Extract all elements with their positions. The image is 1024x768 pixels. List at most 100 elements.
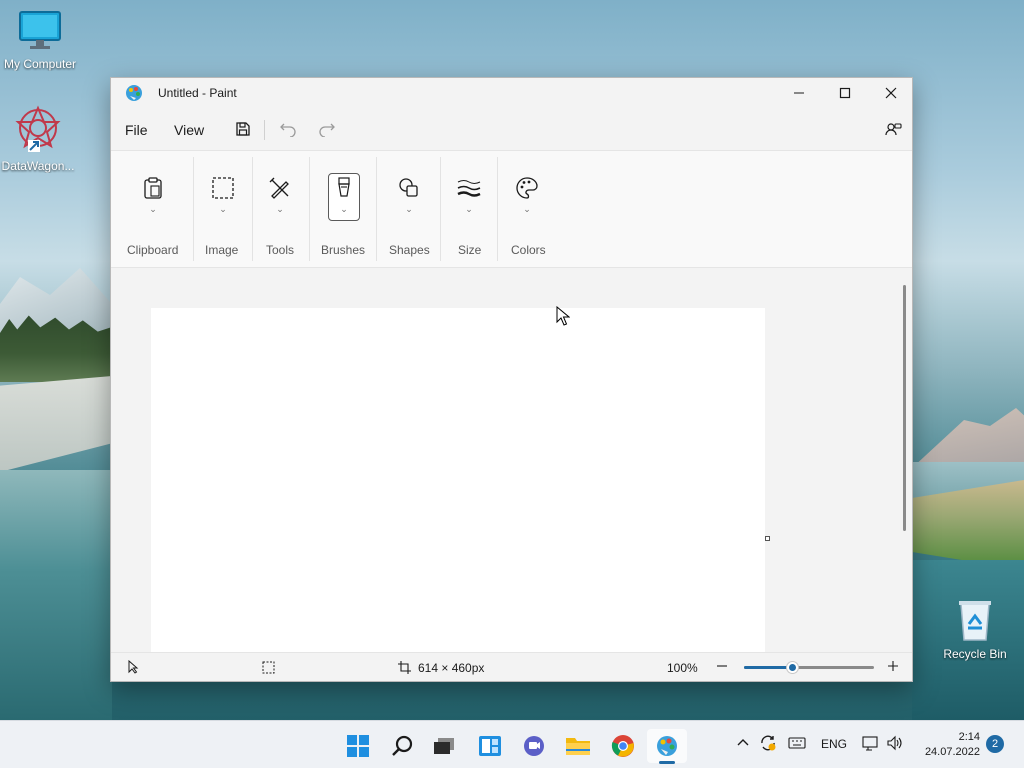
- volume-icon: [887, 735, 902, 751]
- desktop-icon-label: DataWagon...: [1, 159, 75, 173]
- group-label: Size: [458, 243, 482, 257]
- paint-palette-icon: [125, 84, 143, 105]
- file-explorer-button[interactable]: [558, 729, 598, 763]
- minimize-icon: [794, 92, 804, 94]
- chat-button[interactable]: [514, 729, 554, 763]
- group-size[interactable]: ⌄ Size: [453, 151, 499, 267]
- chat-icon: [524, 736, 544, 756]
- minimize-button[interactable]: [776, 78, 822, 108]
- chevron-down-icon: ⌄: [219, 205, 227, 215]
- wallpaper-water-left: [0, 470, 112, 720]
- language-indicator[interactable]: ENG: [821, 737, 847, 751]
- active-app-indicator: [659, 761, 675, 764]
- zoom-out-button[interactable]: [716, 660, 728, 675]
- clock-date: 24.07.2022: [924, 746, 980, 758]
- start-icon: [347, 735, 369, 757]
- chrome-button[interactable]: [603, 729, 643, 763]
- group-separator: [309, 157, 310, 261]
- group-label: Image: [205, 243, 239, 257]
- monitor-icon: [19, 11, 61, 49]
- group-label: Clipboard: [127, 243, 179, 257]
- file-explorer-icon: [566, 738, 590, 755]
- notification-count-badge[interactable]: 2: [986, 735, 1004, 753]
- menu-separator: [264, 120, 265, 140]
- volume-tray-icon[interactable]: [886, 735, 904, 754]
- status-bar: 614 × 460px 100%: [111, 652, 912, 681]
- group-brushes[interactable]: ⌄ Brushes: [321, 151, 379, 267]
- desktop-icon-my-computer[interactable]: My Computer: [0, 10, 80, 71]
- maximize-button[interactable]: [822, 78, 868, 108]
- menu-file[interactable]: File: [125, 122, 148, 138]
- group-clipboard[interactable]: ⌄ Clipboard: [125, 151, 195, 267]
- start-button[interactable]: [338, 729, 378, 763]
- sync-icon: [761, 735, 776, 751]
- taskbar-search-button[interactable]: [383, 729, 423, 763]
- window-title: Untitled - Paint: [158, 86, 237, 100]
- zoom-level-text[interactable]: 100%: [667, 661, 698, 675]
- group-shapes[interactable]: ⌄ Shapes: [389, 151, 439, 267]
- title-bar[interactable]: Untitled - Paint: [111, 78, 912, 108]
- chrome-icon: [611, 735, 634, 757]
- taskbar: ENG 2:14 24.07.2022: [0, 720, 1024, 768]
- account-settings-icon[interactable]: [881, 119, 905, 139]
- zoom-in-button[interactable]: [887, 660, 899, 675]
- maximize-icon: [839, 87, 851, 99]
- menu-view[interactable]: View: [174, 122, 204, 138]
- vertical-scrollbar[interactable]: [903, 285, 906, 531]
- keyboard-icon: [788, 737, 806, 749]
- selection-size-icon: [262, 661, 275, 677]
- desktop-icon-label: My Computer: [3, 57, 77, 71]
- zoom-slider-thumb[interactable]: [787, 662, 799, 673]
- sync-tray-icon[interactable]: [759, 734, 777, 755]
- task-view-button[interactable]: [424, 729, 464, 763]
- canvas-size-icon: [398, 661, 411, 677]
- zoom-slider-fill: [744, 666, 794, 669]
- canvas-area: [111, 269, 912, 652]
- brush-icon: [327, 173, 361, 203]
- desktop-icon-recycle-bin[interactable]: Recycle Bin: [935, 598, 1015, 661]
- colors-palette-icon: [510, 173, 544, 203]
- group-separator: [376, 157, 377, 261]
- network-tray-icon[interactable]: [862, 735, 880, 754]
- close-button[interactable]: [868, 78, 914, 108]
- group-tools[interactable]: ⌄ Tools: [263, 151, 313, 267]
- network-icon: [862, 736, 878, 751]
- chevron-down-icon: ⌄: [149, 205, 157, 215]
- shapes-icon: [392, 173, 426, 203]
- chevron-down-icon: ⌄: [276, 205, 284, 215]
- chevron-down-icon: ⌄: [405, 205, 413, 215]
- desktop-icon-datawagon[interactable]: DataWagon...: [0, 104, 78, 173]
- task-view-icon: [434, 738, 454, 754]
- menu-bar: File View: [111, 110, 912, 148]
- group-image[interactable]: ⌄ Image: [203, 151, 259, 267]
- group-colors[interactable]: ⌄ Colors: [509, 151, 559, 267]
- cursor-position-icon: [127, 659, 139, 677]
- canvas-size-text: 614 × 460px: [418, 661, 485, 675]
- group-label: Brushes: [321, 243, 366, 257]
- paint-taskbar-button[interactable]: [647, 729, 687, 763]
- undo-icon[interactable]: [276, 119, 300, 139]
- plus-icon: [888, 661, 898, 671]
- drawing-canvas[interactable]: [151, 308, 765, 652]
- save-icon[interactable]: [231, 119, 255, 139]
- size-lines-icon: [452, 173, 486, 203]
- show-hidden-icons-button[interactable]: [736, 735, 750, 752]
- selection-icon: [206, 173, 240, 203]
- clock[interactable]: 2:14 24.07.2022: [910, 730, 980, 760]
- widgets-icon: [479, 736, 501, 756]
- desktop-icon-label: Recycle Bin: [943, 647, 1007, 661]
- group-separator: [440, 157, 441, 261]
- group-separator: [497, 157, 498, 261]
- keyboard-tray-icon[interactable]: [788, 736, 806, 753]
- close-icon: [885, 87, 897, 99]
- group-separator: [252, 157, 253, 261]
- clipboard-icon: [136, 173, 170, 203]
- redo-icon[interactable]: [315, 119, 339, 139]
- chevron-down-icon: ⌄: [523, 205, 531, 215]
- group-label: Shapes: [389, 243, 430, 257]
- canvas-resize-handle[interactable]: [765, 536, 770, 541]
- widgets-button[interactable]: [470, 729, 510, 763]
- paint-icon: [657, 736, 677, 756]
- datawagon-icon: [15, 105, 61, 152]
- zoom-slider[interactable]: [744, 662, 874, 673]
